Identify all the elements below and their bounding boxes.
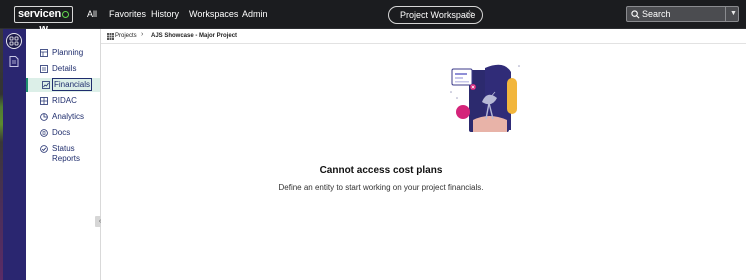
sidebar-item-label: Analytics	[52, 112, 85, 121]
sidebar-item-ridac[interactable]: RIDAC	[26, 94, 100, 108]
apps-grid-icon[interactable]	[6, 33, 22, 49]
app-window: servicenw All Favorites History Workspac…	[0, 0, 746, 280]
sidebar-item-label-line2: Reports	[52, 154, 81, 163]
breadcrumb-current: AJS Showcase - Major Project	[151, 33, 238, 39]
ridac-icon	[40, 97, 48, 105]
empty-state-description: Define an entity to start working on you…	[278, 183, 484, 192]
logo-text-prefix: servicen	[17, 8, 62, 20]
planning-icon	[40, 49, 48, 57]
breadcrumb-projects-link[interactable]: Projects	[115, 32, 137, 40]
star-icon[interactable]: ☆	[465, 7, 474, 23]
search-icon	[631, 10, 640, 19]
project-sidebar: Planning Details Financials RIDAC Analyt…	[26, 29, 105, 280]
sidebar-item-status-reports[interactable]: Status Reports	[26, 142, 100, 166]
empty-state-title: Cannot access cost plans	[319, 165, 443, 176]
sidebar-item-analytics[interactable]: Analytics	[26, 110, 100, 124]
sidebar-item-financials[interactable]: Financials	[26, 78, 100, 92]
chevron-right-icon: ›	[141, 31, 144, 38]
chevron-down-icon[interactable]: ▼	[730, 8, 737, 20]
main-content: Projects › AJS Showcase - Major Project	[101, 29, 746, 280]
top-navigation-bar: servicenw All Favorites History Workspac…	[0, 0, 746, 35]
nav-admin[interactable]: Admin	[242, 8, 268, 20]
global-search[interactable]: Search ▼	[626, 6, 739, 22]
nav-workspaces[interactable]: Workspaces	[189, 8, 238, 20]
sidebar-item-docs[interactable]: Docs	[26, 126, 100, 140]
nav-favorites[interactable]: Favorites	[109, 8, 146, 20]
nav-all[interactable]: All	[87, 8, 97, 20]
app-rail	[0, 29, 26, 280]
analytics-icon	[40, 113, 48, 121]
sidebar-item-label: Planning	[52, 48, 84, 57]
financials-icon	[42, 81, 50, 89]
docs-icon	[40, 129, 48, 137]
breadcrumb: Projects › AJS Showcase - Major Project	[101, 29, 746, 44]
sidebar-item-planning[interactable]: Planning	[26, 46, 100, 60]
document-icon[interactable]	[9, 56, 19, 67]
sidebar-item-label: RIDAC	[52, 96, 77, 105]
grid-icon	[107, 33, 114, 40]
servicenow-logo[interactable]: servicenw	[14, 6, 73, 35]
rail-edge-strip	[0, 29, 3, 280]
sidebar-item-label: Docs	[52, 128, 71, 137]
search-label: Search	[642, 9, 671, 19]
search-divider	[725, 7, 726, 21]
logo-o-mark	[61, 10, 69, 18]
sidebar-item-label: Details	[52, 64, 77, 73]
empty-state-illustration	[450, 64, 520, 132]
details-icon	[40, 65, 48, 73]
nav-history[interactable]: History	[151, 8, 179, 20]
workspace-title-button[interactable]: Project Workspace ☆	[388, 6, 483, 24]
sidebar-item-details[interactable]: Details	[26, 62, 100, 76]
status-reports-icon	[40, 145, 48, 153]
sidebar-item-label: Financials	[52, 78, 93, 91]
